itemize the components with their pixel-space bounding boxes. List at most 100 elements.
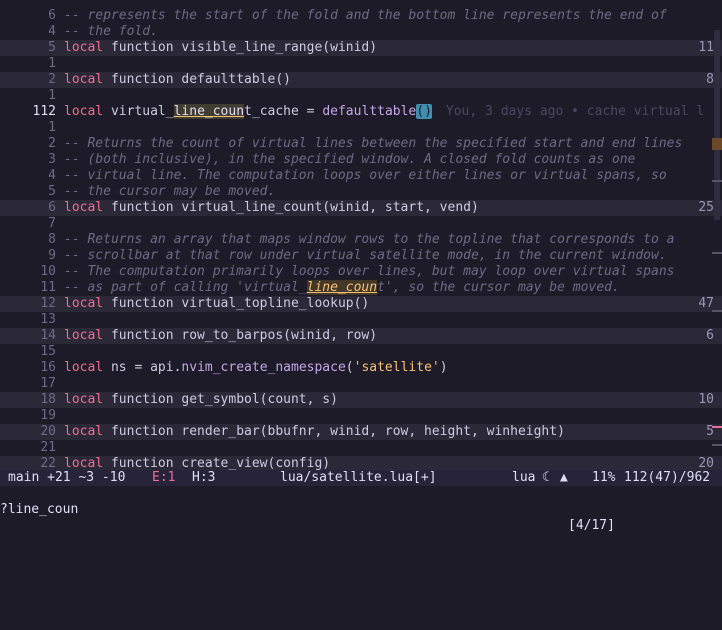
keyword: local [64,456,104,471]
statusline: main +21 ~3 -10 E:1 H:3 lua/satellite.lu… [0,470,722,486]
line-text[interactable]: local function visible_line_range(winid) [64,40,722,56]
folded-line[interactable]: 18 10 local function get_symbol(count, s) [0,392,722,408]
line-number: 12 [40,296,56,311]
line-text[interactable]: -- Returns the count of virtual lines be… [64,136,722,152]
line-number: 1 [48,56,56,71]
code-line[interactable]: 8 -- Returns an array that maps window ro… [0,232,722,248]
code-line[interactable]: 4 -- virtual line. The computation loops … [0,168,722,184]
scrollbar-search-mark [712,138,722,150]
diagnostic-hints[interactable]: H:3 [192,470,215,486]
fold-text: function virtual_line_count(winid, start… [103,200,479,215]
line-number: 8 [48,232,56,247]
line-text[interactable]: -- virtual line. The computation loops o… [64,168,722,184]
function-call: defaulttable [322,104,417,119]
code-line[interactable]: 9 -- scrollbar at that row under virtual … [0,248,722,264]
line-number: 10 [40,264,56,279]
code-line[interactable]: 7 [0,216,722,232]
folded-line[interactable]: 6 25 local function virtual_line_count(win… [0,200,722,216]
cursor-position: 112(47)/962 [624,470,711,485]
line-number: 16 [40,360,56,375]
line-text[interactable]: local function get_symbol(count, s) [64,392,722,408]
code-line[interactable]: 1 [0,56,722,72]
code-line[interactable]: 16 local ns = api.nvim_create_namespace('… [0,360,722,376]
line-number: 18 [40,392,56,407]
line-number: 2 [48,72,56,87]
code-line[interactable]: 17 [0,376,722,392]
line-number: 14 [40,328,56,343]
comment-text: -- the fold. [64,24,158,39]
line-number: 13 [40,312,56,327]
keyword: local [64,360,104,375]
fold-text: function virtual_topline_lookup() [103,296,370,311]
line-text[interactable]: local function defaulttable() [64,72,722,88]
line-text[interactable]: local function row_to_barpos(winid, row) [64,328,722,344]
line-text[interactable]: local ns = api.nvim_create_namespace('sa… [64,360,722,376]
reference-highlight: line_coun [173,104,245,119]
search-query[interactable]: ?line_coun [0,502,78,518]
keyword: local [64,424,104,439]
code-line[interactable]: 2 -- Returns the count of virtual lines b… [0,136,722,152]
code-line[interactable]: 21 [0,440,722,456]
line-text[interactable]: -- as part of calling 'virtual_line_coun… [64,280,722,296]
line-number: 1 [48,88,56,103]
line-text[interactable]: local function render_bar(bbufnr, winid,… [64,424,722,440]
code-line[interactable]: 1 [0,88,722,104]
line-text[interactable]: -- Returns an array that maps window row… [64,232,722,248]
comment-text: -- represents the start of the fold and … [64,8,667,23]
code-line[interactable]: 4 -- the fold. [0,24,722,40]
line-text[interactable]: -- The computation primarily loops over … [64,264,722,280]
lua-icon: ☾ [542,470,550,485]
code-line[interactable]: 19 [0,408,722,424]
code-line[interactable]: 10 -- The computation primarily loops ove… [0,264,722,280]
comment-text: -- scrollbar at that row under virtual s… [64,248,667,263]
code-line[interactable]: 112 local virtual_line_count_cache = defa… [0,104,722,120]
command-line[interactable]: ?line_coun [4/17] [0,486,722,533]
comment-text: -- (both inclusive), in the specified wi… [64,152,636,167]
editor-buffer[interactable]: 6 -- represents the start of the fold and… [0,0,722,472]
comment-text: t', so the cursor may be moved. [377,280,620,295]
code-line[interactable]: 1 [0,120,722,136]
satellite-scrollbar[interactable] [712,0,722,470]
line-text[interactable]: local virtual_line_count_cache = default… [64,104,722,120]
comment-text: -- Returns an array that maps window row… [64,232,675,247]
line-text[interactable]: -- (both inclusive), in the specified wi… [64,152,722,168]
folded-line[interactable]: 2 8 local function defaulttable() [0,72,722,88]
filetype: lua [512,470,536,485]
code-line[interactable]: 11 -- as part of calling 'virtual_line_co… [0,280,722,296]
line-number: 6 [48,200,56,215]
line-number: 6 [48,8,56,23]
line-text[interactable]: -- represents the start of the fold and … [64,8,722,24]
folded-line[interactable]: 20 5 local function render_bar(bbufnr, win… [0,424,722,440]
function-call: nvim_create_namespace [181,360,346,375]
folded-line[interactable]: 12 47 local function virtual_topline_looku… [0,296,722,312]
identifier: virtual_ [103,104,174,119]
tree-icon: ▲ [560,470,568,485]
code-line[interactable]: 6 -- represents the start of the fold and… [0,8,722,24]
diagnostic-errors[interactable]: E:1 [152,470,175,486]
paren: ) [439,360,448,375]
folded-line[interactable]: 5 11 local function visible_line_range(win… [0,40,722,56]
line-text[interactable]: local function virtual_topline_lookup() [64,296,722,312]
line-text[interactable]: -- scrollbar at that row under virtual s… [64,248,722,264]
git-branch-status[interactable]: main +21 ~3 -10 [8,470,125,486]
keyword: local [64,104,104,119]
comment-text: -- as part of calling 'virtual_ [64,280,307,295]
code-line[interactable]: 5 -- the cursor may be moved. [0,184,722,200]
folded-line[interactable]: 14 6 local function row_to_barpos(winid, r… [0,328,722,344]
line-number: 17 [40,376,56,391]
code-line[interactable]: 13 [0,312,722,328]
line-text[interactable]: local function virtual_line_count(winid,… [64,200,722,216]
scrollbar-mark [712,444,722,446]
line-text[interactable]: -- the fold. [64,24,722,40]
comment-text: -- Returns the count of virtual lines be… [64,136,683,151]
scrollbar-thumb[interactable] [714,30,720,220]
code-line[interactable]: 3 -- (both inclusive), in the specified w… [0,152,722,168]
scrollbar-error-mark [712,426,722,428]
search-match: line_coun [306,280,378,295]
line-number: 11 [40,280,56,295]
line-text[interactable]: -- the cursor may be moved. [64,184,722,200]
scrollbar-mark [712,310,722,312]
keyword: local [64,40,104,55]
keyword: local [64,72,104,87]
code-line[interactable]: 15 [0,344,722,360]
